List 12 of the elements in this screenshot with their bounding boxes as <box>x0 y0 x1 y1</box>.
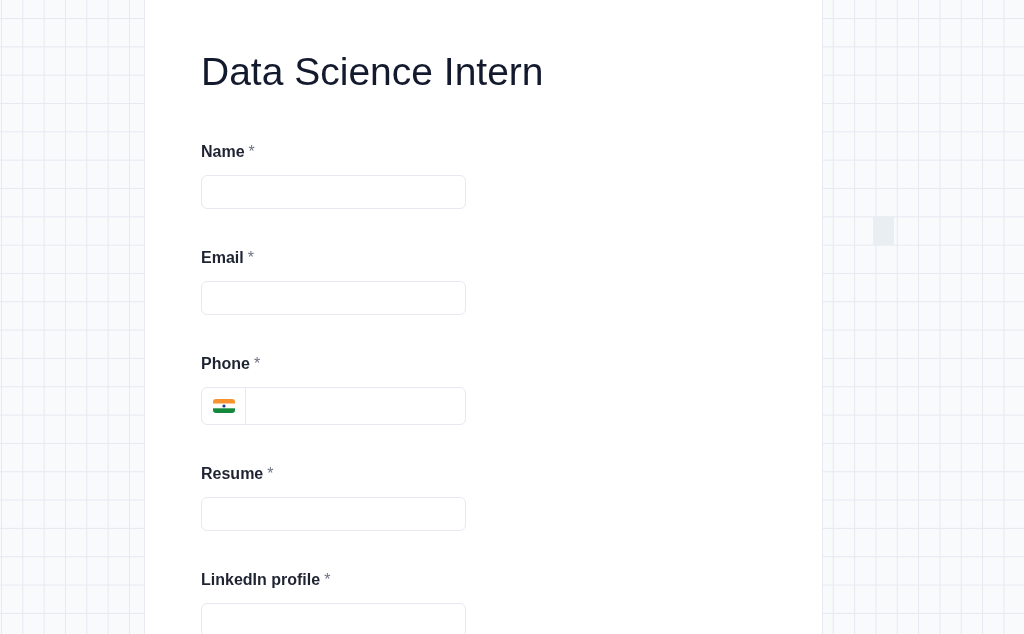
phone-input-field[interactable] <box>201 387 466 425</box>
field-label: Email * <box>201 248 254 268</box>
field-label: Name * <box>201 142 255 162</box>
field-label: Resume * <box>201 464 274 484</box>
text-input-field[interactable] <box>201 175 466 209</box>
text-input-field[interactable] <box>201 603 466 634</box>
page-title: Data Science Intern <box>201 49 545 95</box>
text-input-field[interactable] <box>201 497 466 531</box>
text-input-field[interactable] <box>201 281 466 315</box>
field-label: Phone * <box>201 354 261 374</box>
field-label: LinkedIn profile * <box>201 570 331 590</box>
flag-icon <box>212 399 235 413</box>
